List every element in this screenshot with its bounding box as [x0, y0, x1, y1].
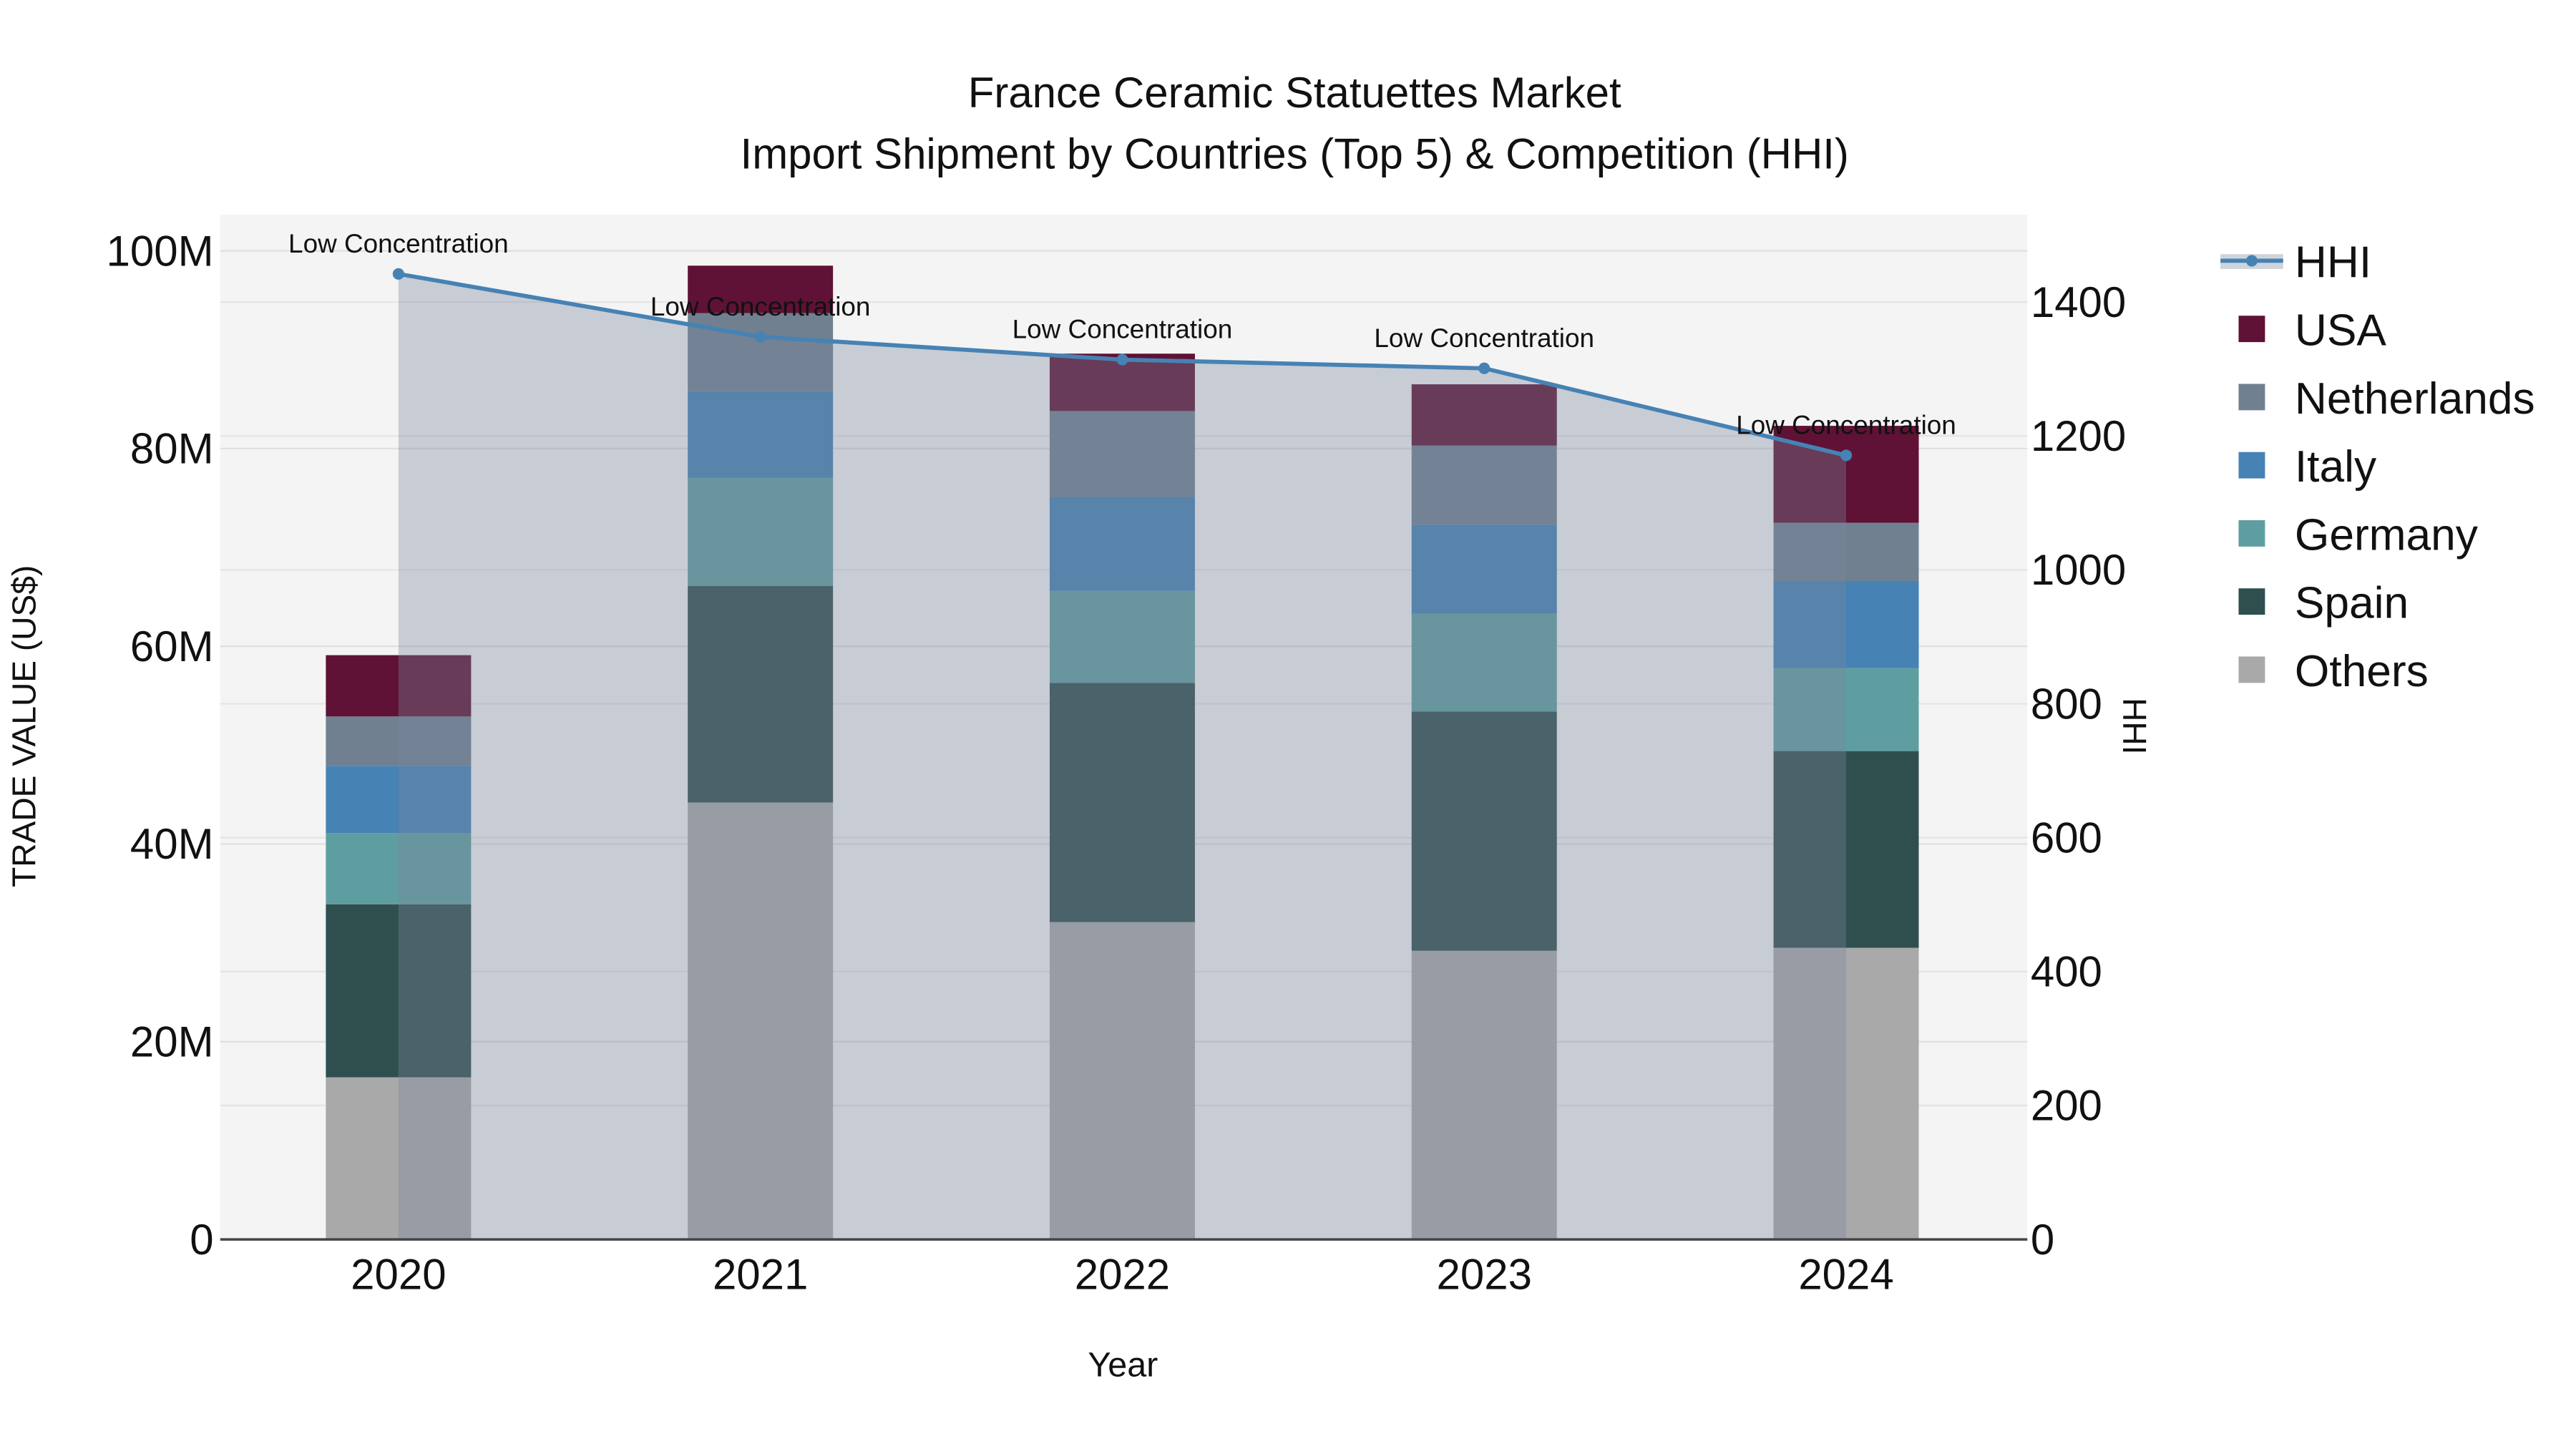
- y-tick-label: 60M: [130, 623, 214, 670]
- legend-label-hhi: HHI: [2295, 238, 2371, 287]
- legend-swatch-spain: [2238, 588, 2265, 615]
- y2-axis-title: HHI: [2116, 698, 2153, 754]
- legend-label-germany: Germany: [2295, 510, 2479, 560]
- y2-tick-label: 200: [2031, 1082, 2102, 1130]
- hhi-annotation: Low Concentration: [650, 292, 871, 321]
- hhi-point-2024: [1840, 449, 1853, 462]
- x-tick-label: 2020: [351, 1250, 446, 1298]
- hhi-point-2022: [1116, 353, 1128, 366]
- y-axis-title: TRADE VALUE (US$): [5, 565, 42, 887]
- legend-label-spain: Spain: [2295, 579, 2409, 628]
- legend-label-netherlands: Netherlands: [2295, 374, 2535, 424]
- legend-label-usa: USA: [2295, 306, 2386, 356]
- legend-swatch-others: [2238, 656, 2265, 683]
- x-tick-label: 2022: [1075, 1250, 1170, 1298]
- x-tick-label: 2024: [1798, 1250, 1893, 1298]
- y-tick-label: 0: [190, 1216, 213, 1264]
- y2-tick-label: 0: [2031, 1216, 2054, 1264]
- y-tick-label: 40M: [130, 820, 214, 868]
- x-tick-label: 2023: [1437, 1250, 1532, 1298]
- legend-swatch-germany: [2238, 519, 2265, 547]
- chart-title-line2: Import Shipment by Countries (Top 5) & C…: [741, 130, 1849, 177]
- legend-swatch-italy: [2238, 452, 2265, 479]
- y2-tick-label: 800: [2031, 680, 2102, 728]
- hhi-point-2021: [754, 331, 766, 343]
- y2-tick-label: 1000: [2031, 546, 2126, 594]
- y2-tick-label: 600: [2031, 814, 2102, 862]
- legend-label-italy: Italy: [2295, 442, 2377, 492]
- y-tick-label: 100M: [107, 227, 214, 275]
- legend-swatch-netherlands: [2238, 384, 2265, 411]
- chart: Low Concentration Low Concentration Low Co…: [5, 69, 2535, 1385]
- hhi-annotation: Low Concentration: [1736, 410, 1956, 439]
- x-tick-label: 2021: [713, 1250, 808, 1298]
- y2-tick-label: 400: [2031, 948, 2102, 996]
- hhi-annotation: Low Concentration: [288, 229, 509, 258]
- hhi-area: [398, 273, 1847, 1240]
- y2-tick-label: 1400: [2031, 278, 2126, 326]
- legend: HHI USA Netherlands Italy Germany Spain Others: [2220, 238, 2535, 696]
- y2-tick-label: 1200: [2031, 412, 2126, 460]
- x-axis-title: Year: [1088, 1346, 1158, 1385]
- hhi-point-2023: [1478, 362, 1491, 374]
- chart-title-line1: France Ceramic Statuettes Market: [968, 69, 1621, 117]
- hhi-annotation: Low Concentration: [1374, 323, 1594, 353]
- legend-hhi-marker: [2245, 255, 2258, 267]
- y-tick-label: 20M: [130, 1018, 214, 1066]
- legend-label-others: Others: [2295, 647, 2429, 696]
- hhi-point-2020: [392, 268, 404, 280]
- hhi-annotation: Low Concentration: [1013, 315, 1233, 344]
- y-tick-label: 80M: [130, 425, 214, 473]
- legend-swatch-usa: [2238, 316, 2265, 343]
